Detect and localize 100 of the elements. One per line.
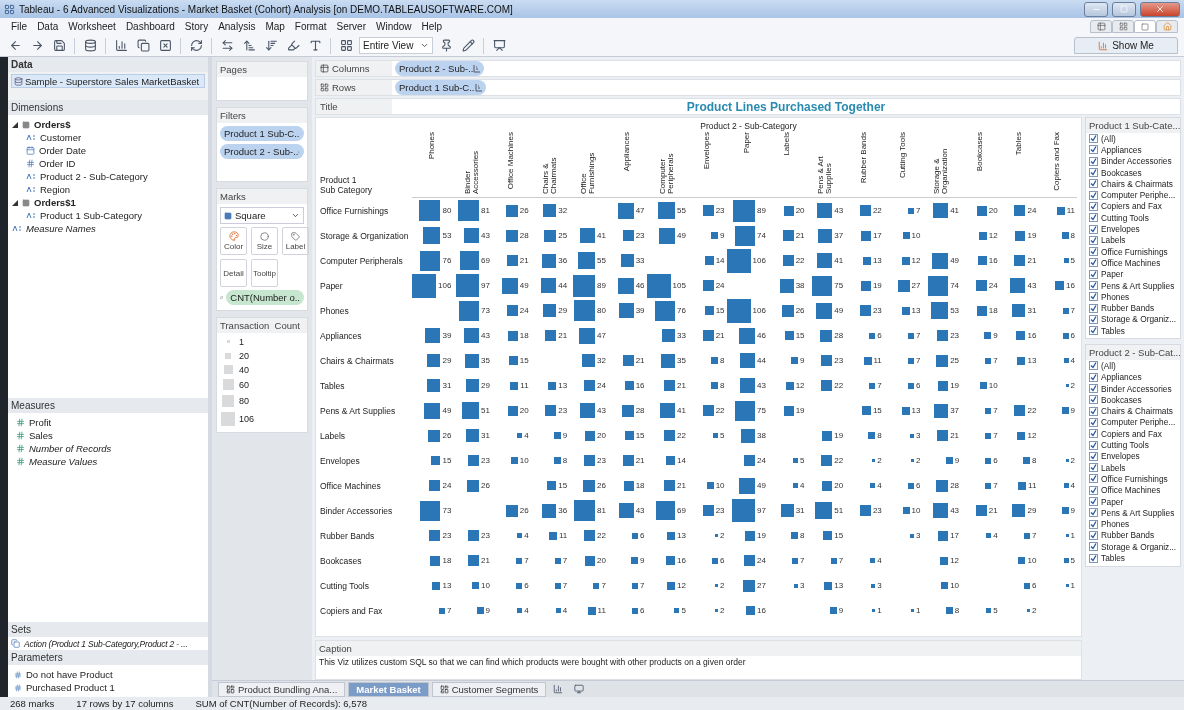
field-label[interactable]: Region: [40, 184, 71, 195]
checked-checkbox[interactable]: [1089, 134, 1098, 144]
field-label[interactable]: Number of Records: [29, 442, 112, 454]
checked-checkbox[interactable]: [1089, 417, 1098, 427]
checked-checkbox[interactable]: [1089, 314, 1098, 324]
minimize-button[interactable]: [1084, 1, 1108, 17]
sheet-tab[interactable]: Product Bundling Ana...: [218, 681, 346, 697]
checked-checkbox[interactable]: [1089, 269, 1098, 279]
checked-checkbox[interactable]: [1089, 519, 1098, 529]
close-button[interactable]: [1140, 1, 1180, 17]
checked-checkbox[interactable]: [1089, 451, 1098, 461]
pen-icon[interactable]: [459, 36, 477, 55]
menu-item[interactable]: Map: [260, 21, 290, 32]
checked-checkbox[interactable]: [1089, 384, 1098, 394]
checked-checkbox[interactable]: [1089, 281, 1098, 290]
parameter-label[interactable]: Do not have Product: [26, 669, 113, 680]
checked-checkbox[interactable]: [1089, 258, 1098, 268]
field-label[interactable]: Measure Names: [26, 223, 96, 234]
menu-item[interactable]: Data: [32, 21, 64, 32]
checked-checkbox[interactable]: [1089, 247, 1098, 257]
menu-item[interactable]: Dashboard: [120, 21, 180, 32]
checked-checkbox[interactable]: [1089, 474, 1098, 484]
checked-checkbox[interactable]: [1089, 235, 1098, 245]
column-label: Cutting Tools: [898, 132, 908, 179]
count-label: 26: [481, 481, 490, 490]
checked-checkbox[interactable]: [1089, 497, 1098, 507]
dimension-icon: [26, 173, 36, 180]
field-label[interactable]: Orders$1: [34, 197, 76, 208]
field-label[interactable]: Customer: [40, 132, 82, 143]
filmstrip-view-tab[interactable]: [1090, 20, 1112, 33]
field-label[interactable]: Sales: [29, 429, 53, 441]
fit-dropdown[interactable]: Entire View: [359, 37, 433, 54]
menu-item[interactable]: Story: [179, 21, 214, 32]
field-label[interactable]: Profit: [29, 416, 52, 428]
filter-pill[interactable]: Product 1 Sub-C..: [220, 126, 304, 141]
checked-checkbox[interactable]: [1089, 145, 1098, 155]
row-pill[interactable]: Product 1 Sub-C..: [395, 80, 486, 95]
count-square: [468, 530, 480, 541]
checked-checkbox[interactable]: [1089, 224, 1098, 234]
menu-item[interactable]: Format: [289, 21, 332, 32]
status-text: 17 rows by 17 columns: [76, 698, 174, 709]
checked-checkbox[interactable]: [1089, 440, 1098, 450]
maximize-button[interactable]: [1112, 1, 1136, 17]
menu-item[interactable]: Server: [331, 21, 371, 32]
menu-item[interactable]: Window: [370, 21, 417, 32]
menu-item[interactable]: File: [6, 21, 33, 32]
checked-checkbox[interactable]: [1089, 530, 1098, 540]
checked-checkbox[interactable]: [1089, 190, 1098, 200]
checked-checkbox[interactable]: [1089, 179, 1098, 189]
checked-checkbox[interactable]: [1089, 372, 1098, 382]
data-source-item[interactable]: Sample - Superstore Sales MarketBasket: [11, 74, 205, 88]
field-label[interactable]: Order Date: [39, 145, 86, 156]
checked-checkbox[interactable]: [1089, 553, 1098, 563]
checked-checkbox[interactable]: [1089, 213, 1098, 223]
checked-checkbox[interactable]: [1089, 326, 1098, 336]
count-square: [908, 332, 914, 339]
checked-checkbox[interactable]: [1089, 542, 1098, 552]
count-square: [791, 532, 799, 539]
duplicate-icon[interactable]: [134, 36, 152, 55]
checked-checkbox[interactable]: [1089, 395, 1098, 405]
checked-checkbox[interactable]: [1089, 361, 1098, 371]
expanded-arrow-icon[interactable]: [12, 121, 18, 128]
checked-checkbox[interactable]: [1089, 303, 1098, 313]
field-label[interactable]: Order ID: [39, 158, 76, 169]
mark-card[interactable]: Label: [282, 227, 309, 255]
menu-item[interactable]: Help: [416, 21, 448, 32]
parameter-label[interactable]: Purchased Product 1: [26, 682, 115, 693]
checked-checkbox[interactable]: [1089, 508, 1098, 518]
mark-type-dropdown[interactable]: Square: [220, 207, 304, 224]
field-label[interactable]: Product 2 - Sub-Category: [40, 171, 148, 182]
checked-checkbox[interactable]: [1089, 168, 1098, 178]
count-square: [517, 533, 523, 538]
checked-checkbox[interactable]: [1089, 463, 1098, 473]
menu-item[interactable]: Worksheet: [63, 21, 121, 32]
sheet-tab[interactable]: Customer Segments: [431, 681, 547, 697]
mark-card[interactable]: Color: [220, 227, 247, 255]
column-header: Product 2 - Sub-Category: [700, 121, 797, 131]
count-label: 16: [988, 256, 998, 265]
expanded-arrow-icon[interactable]: [12, 199, 18, 206]
mark-card[interactable]: Tooltip: [251, 259, 278, 287]
checked-checkbox[interactable]: [1089, 292, 1098, 302]
field-label[interactable]: Product 1 Sub-Category: [40, 210, 142, 221]
menu-item[interactable]: Analysis: [213, 21, 261, 32]
caret-icon: [420, 41, 429, 50]
checked-checkbox[interactable]: [1089, 156, 1098, 166]
field-label[interactable]: Measure Values: [29, 455, 98, 467]
checked-checkbox[interactable]: [1089, 429, 1098, 439]
checked-checkbox[interactable]: [1089, 201, 1098, 211]
mark-card[interactable]: Size: [251, 227, 278, 255]
count-square: [585, 430, 595, 441]
checked-checkbox[interactable]: [1089, 485, 1098, 495]
set-label[interactable]: Action (Product 1 Sub-Category,Product 2 - ...: [24, 638, 188, 649]
filter-pill[interactable]: Product 2 - Sub-..: [220, 144, 304, 159]
column-pill[interactable]: Product 2 - Sub-..: [395, 61, 485, 76]
mark-card[interactable]: Detail: [220, 259, 247, 287]
checked-checkbox[interactable]: [1089, 406, 1098, 416]
measure-pill[interactable]: CNT(Number o..: [226, 290, 304, 305]
show-me-button[interactable]: Show Me: [1074, 37, 1178, 54]
count-label: 6: [916, 481, 921, 490]
field-label[interactable]: Orders$: [34, 119, 71, 130]
